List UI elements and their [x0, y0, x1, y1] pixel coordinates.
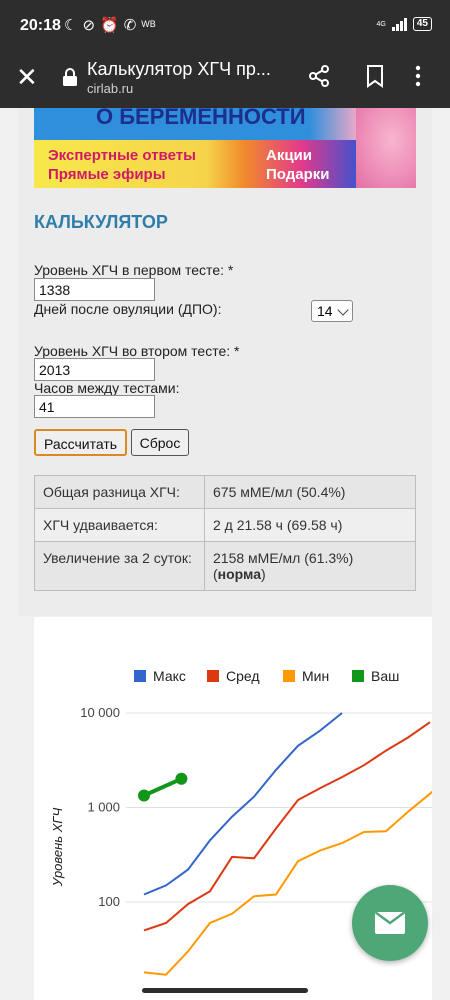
- battery-icon: 45: [412, 17, 432, 31]
- result-note: норма: [217, 566, 262, 582]
- moon-icon: ☾: [64, 17, 83, 34]
- banner-right-2: Подарки: [266, 166, 330, 183]
- dpo-value: 14: [317, 303, 333, 319]
- y-tick-label: 100: [98, 894, 120, 909]
- legend-label: Ваш: [371, 668, 399, 684]
- page-content: О БЕРЕМЕННОСТИ Экспертные ответы Прямые …: [0, 108, 450, 1000]
- banner-line-2: Прямые эфиры: [48, 166, 166, 183]
- page-title: Калькулятор ХГЧ пр...: [87, 59, 271, 79]
- more-icon[interactable]: [414, 64, 422, 88]
- mail-icon: [375, 912, 405, 934]
- table-row: ХГЧ удваивается: 2 д 21.58 ч (69.58 ч): [34, 508, 416, 542]
- status-time: 20:18: [20, 17, 61, 34]
- dpo-label: Дней после овуляции (ДПО):: [34, 301, 222, 317]
- results-table: Общая разница ХГЧ: 675 мМЕ/мл (50.4%) ХГ…: [34, 475, 416, 591]
- result-label: Общая разница ХГЧ:: [34, 475, 205, 509]
- wb-indicator: WB: [141, 19, 156, 29]
- banner-figure: [356, 108, 416, 188]
- result-label: Увеличение за 2 суток:: [34, 541, 205, 591]
- legend-label: Сред: [226, 668, 260, 684]
- table-row: Общая разница ХГЧ: 675 мМЕ/мл (50.4%): [34, 475, 416, 509]
- y-tick-label: 1 000: [87, 800, 120, 815]
- legend-swatch: [207, 670, 219, 682]
- home-indicator: [142, 988, 308, 993]
- bookmark-icon[interactable]: [365, 64, 385, 88]
- hours-input[interactable]: 41: [34, 395, 155, 418]
- banner-right-1: Акции: [266, 147, 313, 164]
- result-value-text: 2158 мМЕ/мл (61.3%): [213, 550, 354, 566]
- result-label: ХГЧ удваивается:: [34, 508, 205, 542]
- page-url: cirlab.ru: [87, 81, 134, 96]
- alarm-icon: ⏰: [100, 17, 124, 34]
- legend-swatch: [283, 670, 295, 682]
- result-value: 2 д 21.58 ч (69.58 ч): [204, 508, 416, 542]
- legend-label: Мин: [302, 668, 329, 684]
- second-test-input[interactable]: 2013: [34, 358, 155, 381]
- status-bar: 20:18 ☾⊘⏰✆WB 4G 45: [0, 0, 450, 52]
- promo-banner[interactable]: О БЕРЕМЕННОСТИ Экспертные ответы Прямые …: [34, 108, 416, 188]
- first-test-input[interactable]: 1338: [34, 278, 155, 301]
- first-test-label: Уровень ХГЧ в первом тесте: *: [34, 262, 234, 278]
- series-line-yours: [143, 776, 183, 798]
- legend-swatch: [352, 670, 364, 682]
- contact-fab[interactable]: [352, 885, 428, 961]
- second-test-label: Уровень ХГЧ во втором тесте: *: [34, 343, 240, 359]
- calculate-button[interactable]: Рассчитать: [34, 429, 127, 456]
- y-axis-label: Уровень ХГЧ: [50, 808, 65, 888]
- mute-icon: ⊘: [82, 17, 101, 34]
- dpo-select[interactable]: 14: [311, 300, 353, 322]
- table-row: Увеличение за 2 суток: 2158 мМЕ/мл (61.3…: [34, 541, 416, 591]
- calculator-panel: О БЕРЕМЕННОСТИ Экспертные ответы Прямые …: [18, 108, 432, 616]
- hours-label: Часов между тестами:: [34, 380, 180, 396]
- series-point-yours: [175, 772, 188, 785]
- legend-swatch: [134, 670, 146, 682]
- legend-label: Макс: [153, 668, 186, 684]
- result-value: 675 мМЕ/мл (50.4%): [204, 475, 416, 509]
- calculator-title: КАЛЬКУЛЯТОР: [34, 212, 168, 232]
- y-tick-label: 10 000: [80, 705, 120, 720]
- chevron-down-icon: [337, 304, 349, 316]
- network-type: 4G: [376, 20, 386, 28]
- series-line-max: [143, 712, 343, 896]
- banner-line-1: Экспертные ответы: [48, 147, 196, 164]
- signal-icon: [391, 17, 407, 31]
- lock-icon: [63, 68, 77, 86]
- battery-level: 45: [416, 18, 428, 29]
- close-icon[interactable]: ✕: [16, 62, 38, 93]
- share-icon[interactable]: [307, 64, 331, 88]
- series-point-yours: [138, 789, 150, 802]
- result-value: 2158 мМЕ/мл (61.3%) (норма): [204, 541, 416, 591]
- reset-button[interactable]: Сброс: [131, 429, 189, 456]
- browser-toolbar: ✕ Калькулятор ХГЧ пр... cirlab.ru: [0, 52, 450, 108]
- whatsapp-icon: ✆: [123, 17, 142, 34]
- banner-headline: О БЕРЕМЕННОСТИ: [96, 108, 306, 129]
- notification-icons: ☾⊘⏰✆WB: [64, 16, 156, 34]
